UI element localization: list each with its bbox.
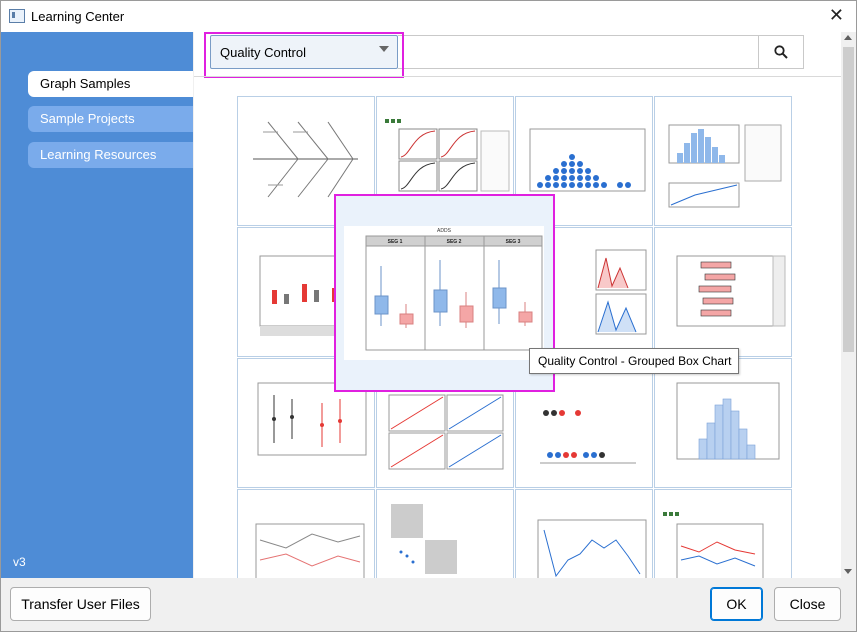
segment-label-2: SEG 2 — [447, 239, 462, 245]
scroll-up-arrow-icon[interactable] — [844, 35, 852, 40]
version-label: v3 — [13, 555, 26, 569]
sidebar-item-learning-resources[interactable]: Learning Resources — [28, 142, 193, 168]
scatter-matrix-preview — [391, 504, 457, 574]
title-bar: Learning Center ✕ — [1, 1, 856, 32]
transfer-user-files-button[interactable]: Transfer User Files — [10, 587, 151, 621]
dialog-footer: Transfer User Files OK Close — [1, 578, 856, 631]
sample-thumbnail-scatter-matrix[interactable] — [376, 489, 514, 578]
time-line-preview — [537, 519, 647, 578]
sample-thumbnail-time-line[interactable] — [515, 489, 653, 578]
close-button[interactable]: Close — [774, 587, 841, 621]
window-close-icon[interactable]: ✕ — [829, 6, 844, 24]
scroll-down-arrow-icon[interactable] — [844, 569, 852, 574]
sidebar-item-graph-samples[interactable]: Graph Samples — [28, 71, 193, 97]
grouped-box-chart-preview: ADDS SEG 1 SEG 2 SEG 3 — [344, 226, 544, 360]
ok-button[interactable]: OK — [710, 587, 763, 621]
window-title: Learning Center — [31, 9, 125, 24]
vertical-scrollbar[interactable] — [841, 32, 856, 578]
histogram-preview — [676, 382, 780, 460]
dropdown-highlight-frame — [204, 32, 404, 78]
multi-vari-preview — [663, 512, 764, 578]
sample-thumbnail-multi-vari[interactable] — [654, 489, 792, 578]
sidebar-item-sample-projects[interactable]: Sample Projects — [28, 106, 193, 132]
preview-heading: ADDS — [437, 228, 452, 234]
segment-label-1: SEG 1 — [388, 239, 403, 245]
learning-center-window: Learning Center ✕ Graph Samples Sample P… — [0, 0, 857, 632]
segment-label-3: SEG 3 — [506, 239, 521, 245]
grouped-box-chart-svg: ADDS SEG 1 SEG 2 SEG 3 — [365, 228, 543, 351]
summary-histogram-preview — [668, 124, 782, 208]
sample-thumbnail-histogram[interactable] — [654, 358, 792, 488]
search-icon — [774, 45, 788, 59]
sample-thumbnail-horizontal-box[interactable] — [654, 227, 792, 357]
hover-preview-popup[interactable]: ADDS SEG 1 SEG 2 SEG 3 — [334, 194, 555, 392]
scroll-thumb[interactable] — [843, 47, 854, 352]
toolbar-divider — [194, 76, 841, 77]
preview-tooltip: Quality Control - Grouped Box Chart — [529, 348, 739, 374]
horizontal-box-preview — [676, 255, 786, 327]
sidebar: Graph Samples Sample Projects Learning R… — [1, 32, 193, 578]
multi-line-preview — [255, 523, 365, 578]
search-button[interactable] — [758, 35, 804, 69]
search-input[interactable] — [398, 35, 759, 69]
sample-thumbnail-multi-line[interactable] — [237, 489, 375, 578]
sample-thumbnail-summary[interactable] — [654, 96, 792, 226]
app-icon — [9, 9, 25, 23]
